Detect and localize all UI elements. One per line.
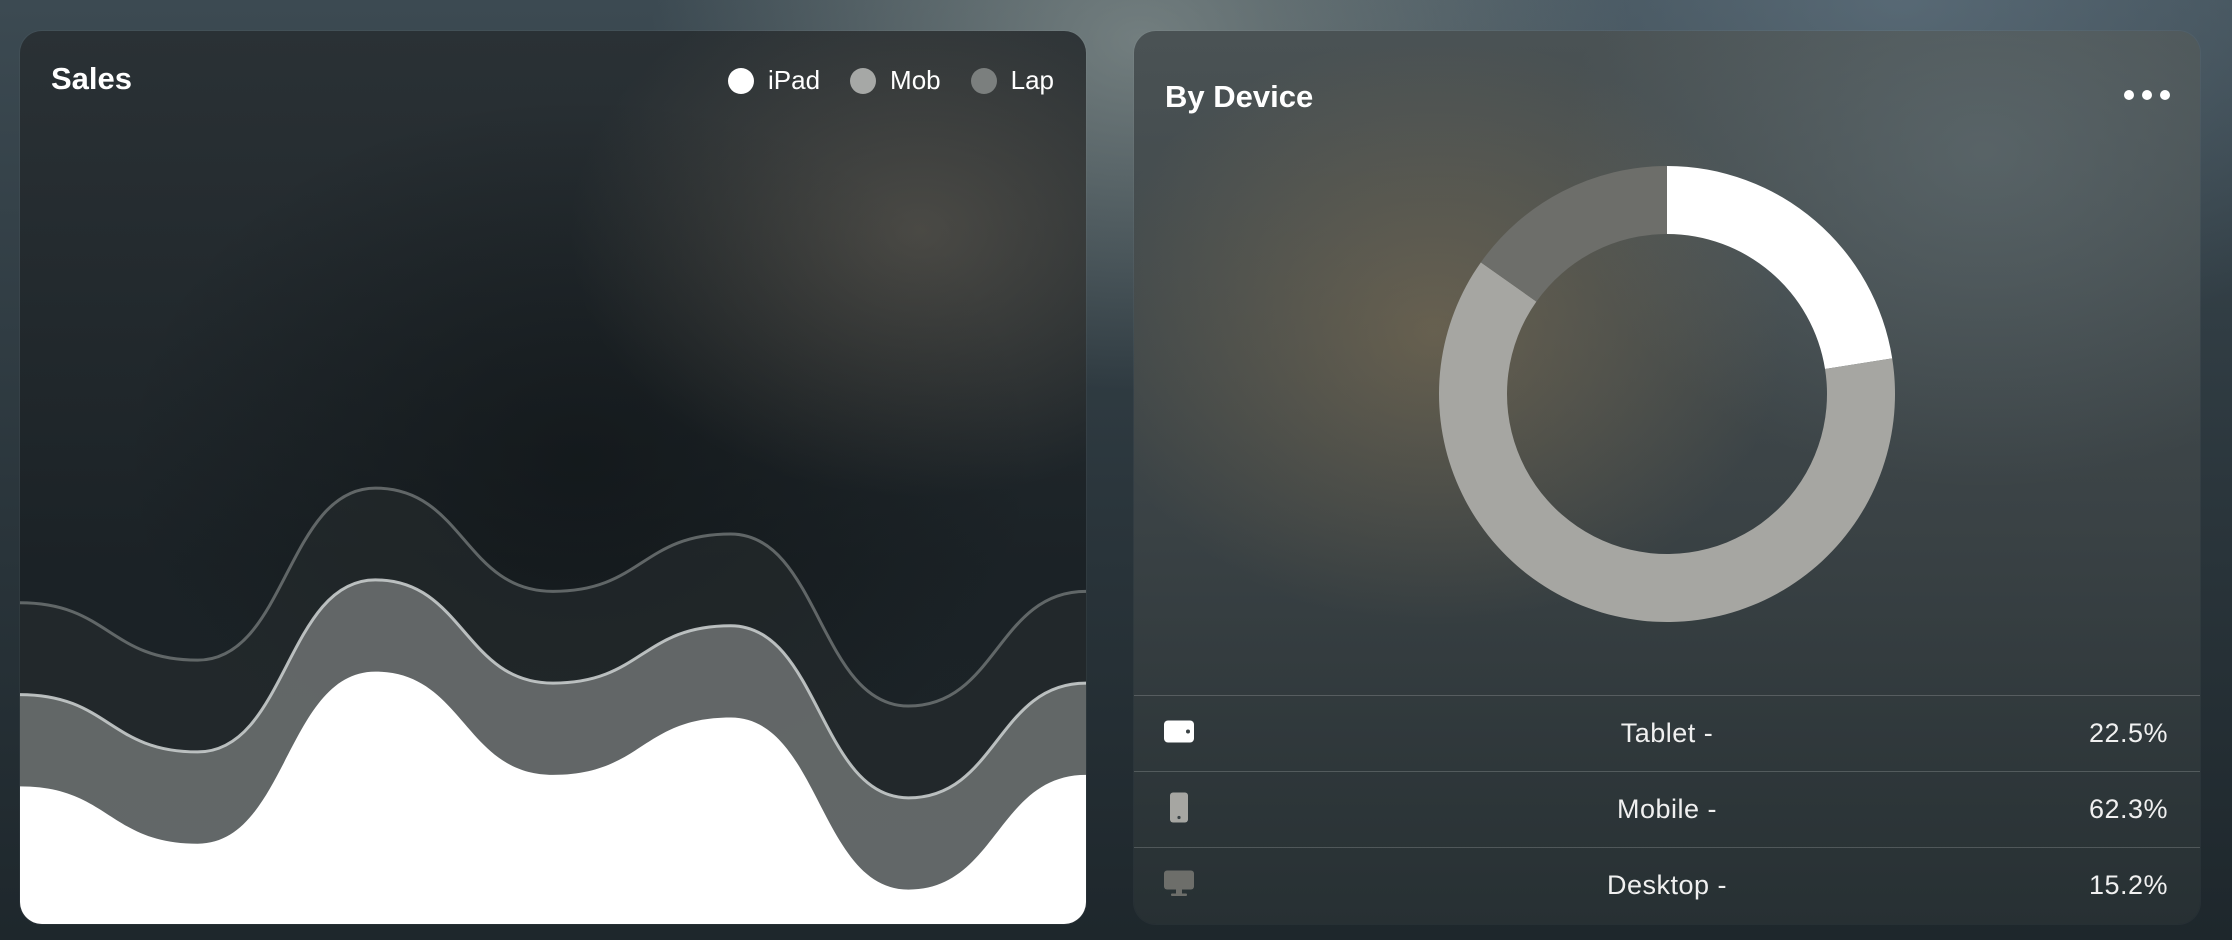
donut-slice-desktop[interactable] <box>1480 166 1667 302</box>
legend-label-ipad: iPad <box>767 65 821 95</box>
device-label-desktop: Desktop - <box>1606 870 1728 900</box>
legend-label-lap: Lap <box>1010 65 1054 95</box>
device-value-desktop: 15.2% <box>2088 870 2168 900</box>
device-card: By Device Tablet - 22.5% Mobile - 62.3% … <box>1134 31 2200 924</box>
legend-item-lap[interactable]: Lap <box>970 65 1054 96</box>
device-value-tablet: 22.5% <box>2088 718 2168 748</box>
device-donut-chart <box>1439 166 1895 623</box>
device-row-desktop[interactable]: Desktop - 15.2% <box>1134 847 2200 923</box>
donut-slice-tablet[interactable] <box>1667 166 1893 369</box>
legend-item-mob[interactable]: Mob <box>850 65 941 96</box>
legend-dot-mob <box>850 67 877 94</box>
device-value-mobile: 62.3% <box>2088 794 2168 824</box>
sales-card: Sales iPad Mob Lap <box>20 31 1086 924</box>
device-row-tablet[interactable]: Tablet - 22.5% <box>1134 695 2200 771</box>
device-table: Tablet - 22.5% Mobile - 62.3% Desktop - … <box>1134 695 2200 923</box>
device-label-tablet: Tablet - <box>1620 718 1714 748</box>
sales-legend: iPad Mob Lap <box>727 65 1054 96</box>
device-label-mobile: Mobile - <box>1616 794 1718 824</box>
device-row-mobile[interactable]: Mobile - 62.3% <box>1134 771 2200 847</box>
sales-stream-chart <box>20 486 1086 924</box>
sales-title: Sales <box>51 61 133 96</box>
legend-dot-lap <box>970 67 997 94</box>
legend-dot-ipad <box>727 67 754 94</box>
legend-label-mob: Mob <box>890 65 941 95</box>
legend-item-ipad[interactable]: iPad <box>727 65 821 96</box>
